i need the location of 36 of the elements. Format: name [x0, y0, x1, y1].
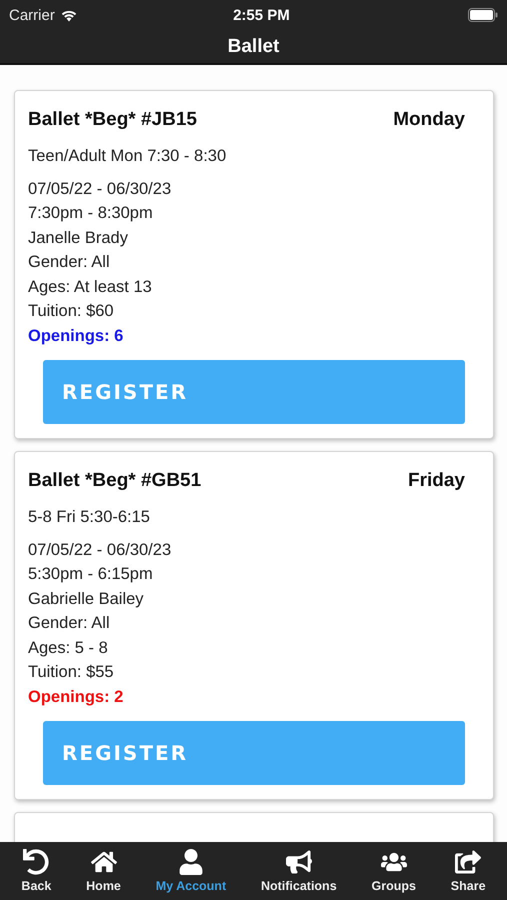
- class-day: Friday: [408, 470, 465, 492]
- class-name: Ballet *Beg* #JB15: [28, 109, 197, 131]
- status-time: 2:55 PM: [232, 6, 291, 24]
- screen-title: Ballet: [228, 36, 280, 58]
- class-description: Teen/Adult Mon 7:30 - 8:30: [28, 146, 228, 167]
- class-detail: Ages: At least 13: [28, 276, 153, 298]
- tab-bar-item[interactable]: My Account: [154, 842, 228, 900]
- class-detail: 5:30pm - 6:15pm: [28, 564, 154, 585]
- class-name: Ballet *Beg* #GB51: [28, 470, 202, 492]
- class-detail: 07/05/22 - 06/30/23: [28, 178, 172, 200]
- carrier-name: Carrier: [9, 6, 55, 24]
- megaphone-icon: [286, 849, 312, 875]
- class-day: Monday: [393, 109, 465, 131]
- openings-count: Openings: 2: [28, 686, 124, 708]
- wifi-icon: [60, 8, 78, 22]
- class-detail: 07/05/22 - 06/30/23: [28, 540, 172, 560]
- class-detail: Janelle Brady: [28, 228, 129, 248]
- class-description: 5-8 Fri 5:30-6:15: [28, 507, 151, 528]
- person-icon: [178, 849, 204, 875]
- tab-bar-item[interactable]: Groups: [370, 842, 418, 900]
- class-detail: Gender: All: [28, 252, 111, 273]
- class-detail: 7:30pm - 8:30pm: [28, 203, 154, 224]
- battery-icon: [468, 8, 498, 22]
- class-detail: Gender: All: [28, 613, 111, 634]
- share-icon: [455, 849, 482, 875]
- class-detail: Gabrielle Bailey: [28, 588, 145, 610]
- tab-bar-item[interactable]: Back: [19, 842, 54, 900]
- tab-bar-item[interactable]: Notifications: [258, 842, 339, 900]
- class-detail: Tuition: $55: [28, 662, 115, 683]
- tab-bar-item[interactable]: Share: [448, 842, 488, 900]
- openings-count: Openings: 6: [28, 326, 124, 346]
- tab-bar-item[interactable]: Home: [84, 842, 123, 900]
- class-detail: Tuition: $60: [28, 301, 115, 322]
- class-detail: Ages: 5 - 8: [28, 638, 109, 658]
- home-icon: [90, 849, 117, 875]
- undo-icon: [23, 849, 50, 875]
